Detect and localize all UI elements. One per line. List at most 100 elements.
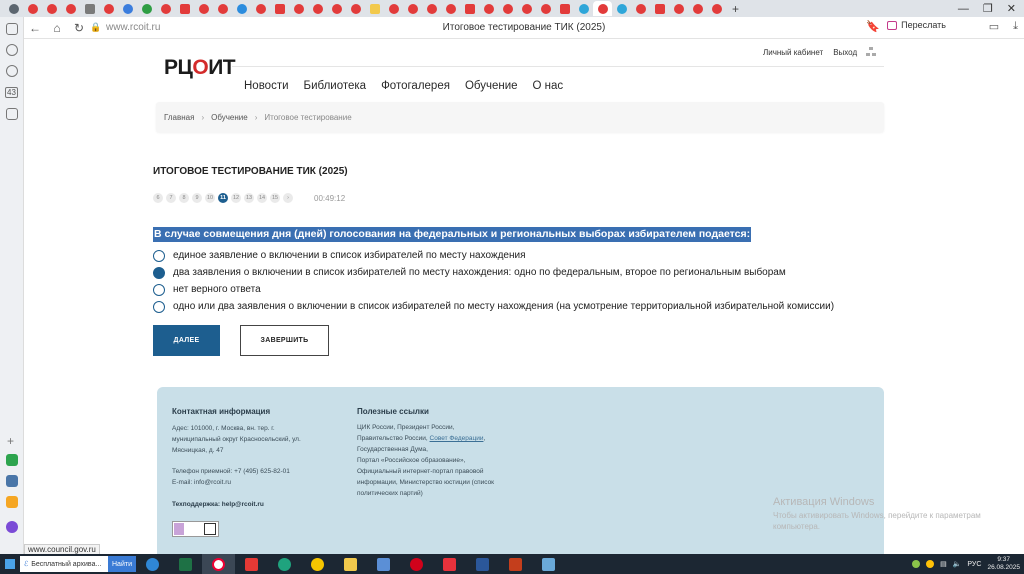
taskbar-search-button[interactable]: Найти <box>108 556 136 572</box>
question-page-next[interactable]: › <box>283 193 293 203</box>
word-icon[interactable] <box>466 554 499 574</box>
opera-icon[interactable] <box>400 554 433 574</box>
browser-tab[interactable] <box>118 1 137 16</box>
wps-icon[interactable] <box>433 554 466 574</box>
share-button[interactable]: Переслать <box>887 20 946 30</box>
browser-tab[interactable] <box>42 1 61 16</box>
question-page-7[interactable]: 7 <box>166 193 176 203</box>
answer-radio[interactable] <box>153 266 165 279</box>
taskbar-search-input[interactable]: ℰ Бесплатный архива... <box>20 556 108 572</box>
edge-legacy-icon[interactable] <box>136 554 169 574</box>
volume-icon[interactable]: 🔈 <box>953 560 962 568</box>
screenshot-icon[interactable] <box>6 108 18 120</box>
browser-tab[interactable] <box>403 1 422 16</box>
download-icon[interactable]: ⤓ <box>1013 20 1018 33</box>
answer-radio[interactable] <box>153 249 165 262</box>
browser-tab[interactable] <box>194 1 213 16</box>
answer-radio[interactable] <box>153 283 165 296</box>
chat-app-icon[interactable] <box>6 454 18 466</box>
sitemap-icon[interactable] <box>866 47 876 57</box>
nav-education[interactable]: Обучение <box>465 80 518 92</box>
home-icon[interactable]: ⌂ <box>46 21 68 35</box>
browser-tab[interactable] <box>175 1 194 16</box>
browser-tab[interactable] <box>574 1 593 16</box>
browser-tab[interactable] <box>99 1 118 16</box>
add-icon[interactable]: + <box>7 434 19 448</box>
yandex-browser-icon[interactable] <box>202 554 235 574</box>
nav-library[interactable]: Библиотека <box>304 80 367 92</box>
question-page-11[interactable]: 11 <box>218 193 228 203</box>
bookmarks-icon[interactable] <box>6 23 18 35</box>
site-logo[interactable]: РЦОИТ <box>164 56 236 80</box>
question-page-13[interactable]: 13 <box>244 193 254 203</box>
history-icon[interactable] <box>6 44 18 56</box>
answer-option[interactable]: одно или два заявления о включении в спи… <box>153 298 834 315</box>
bookmark-icon[interactable]: 🔖 <box>866 20 880 33</box>
vk-icon[interactable] <box>6 475 18 487</box>
browser-tab[interactable] <box>327 1 346 16</box>
useful-link-7[interactable]: политических партий) <box>357 488 423 499</box>
useful-link-3[interactable]: Государственная Дума, <box>357 444 428 455</box>
browser-tab[interactable] <box>441 1 460 16</box>
edge-icon[interactable] <box>268 554 301 574</box>
browser-tab[interactable] <box>232 1 251 16</box>
browser-tab[interactable] <box>270 1 289 16</box>
browser-tab[interactable] <box>536 1 555 16</box>
url-field[interactable]: www.rcoit.ru <box>106 22 160 33</box>
answer-option[interactable]: два заявления о включении в список избир… <box>153 264 834 281</box>
question-page-14[interactable]: 14 <box>257 193 267 203</box>
next-button[interactable]: ДАЛЕЕ <box>153 325 220 356</box>
yandex-icon[interactable] <box>235 554 268 574</box>
counter-badge[interactable] <box>172 521 219 537</box>
contact-email[interactable]: E-mail: info@rcoit.ru <box>172 477 231 488</box>
browser-tab[interactable] <box>498 1 517 16</box>
browser-tab[interactable] <box>479 1 498 16</box>
breadcrumb-home[interactable]: Главная <box>164 113 194 122</box>
useful-link-4[interactable]: Портал «Российское образование», <box>357 455 465 466</box>
question-page-12[interactable]: 12 <box>231 193 241 203</box>
file-explorer-icon[interactable] <box>334 554 367 574</box>
counter-badge-icon[interactable]: 43 <box>5 87 18 98</box>
language-indicator[interactable]: РУС <box>967 561 981 568</box>
browser-tab[interactable] <box>631 1 650 16</box>
browser-tab[interactable] <box>308 1 327 16</box>
useful-link-6[interactable]: информации, Министерство юстиции (список <box>357 477 494 488</box>
browser-tab[interactable] <box>346 1 365 16</box>
assistant-icon[interactable] <box>6 521 18 533</box>
question-page-15[interactable]: 15 <box>270 193 280 203</box>
powerpoint-icon[interactable] <box>499 554 532 574</box>
breadcrumb-education[interactable]: Обучение <box>211 113 248 122</box>
answer-radio[interactable] <box>153 300 165 313</box>
browser-tab[interactable] <box>555 1 574 16</box>
play-icon[interactable] <box>6 65 18 77</box>
question-page-6[interactable]: 6 <box>153 193 163 203</box>
browser-tab[interactable] <box>156 1 175 16</box>
browser-tab[interactable] <box>669 1 688 16</box>
personal-account-link[interactable]: Личный кабинет <box>763 48 823 57</box>
browser-tab[interactable] <box>612 1 631 16</box>
browser-tab[interactable] <box>23 1 42 16</box>
extensions-icon[interactable]: ▭ <box>989 20 999 33</box>
nav-news[interactable]: Новости <box>244 80 289 92</box>
excel-icon[interactable] <box>169 554 202 574</box>
nav-about[interactable]: О нас <box>533 80 564 92</box>
new-tab-icon[interactable]: + <box>726 1 745 16</box>
logout-link[interactable]: Выход <box>833 48 857 57</box>
browser-tab[interactable] <box>80 1 99 16</box>
useful-link-1[interactable]: ЦИК России, Президент России, <box>357 422 455 433</box>
browser-tab[interactable] <box>61 1 80 16</box>
browser-tab[interactable] <box>688 1 707 16</box>
answer-option[interactable]: нет верного ответа <box>153 281 834 298</box>
question-page-9[interactable]: 9 <box>192 193 202 203</box>
useful-link-5[interactable]: Официальный интернет-портал правовой <box>357 466 483 477</box>
browser-tab[interactable] <box>707 1 726 16</box>
ok-icon[interactable] <box>6 496 18 508</box>
finish-button[interactable]: ЗАВЕРШИТЬ <box>240 325 329 356</box>
answer-option[interactable]: единое заявление о включении в список из… <box>153 247 834 264</box>
start-button[interactable] <box>0 554 20 574</box>
browser-tab[interactable] <box>251 1 270 16</box>
question-page-10[interactable]: 10 <box>205 193 215 203</box>
browser-tab[interactable] <box>289 1 308 16</box>
close-icon[interactable]: ✕ <box>1007 2 1016 15</box>
yandex-market-icon[interactable] <box>301 554 334 574</box>
